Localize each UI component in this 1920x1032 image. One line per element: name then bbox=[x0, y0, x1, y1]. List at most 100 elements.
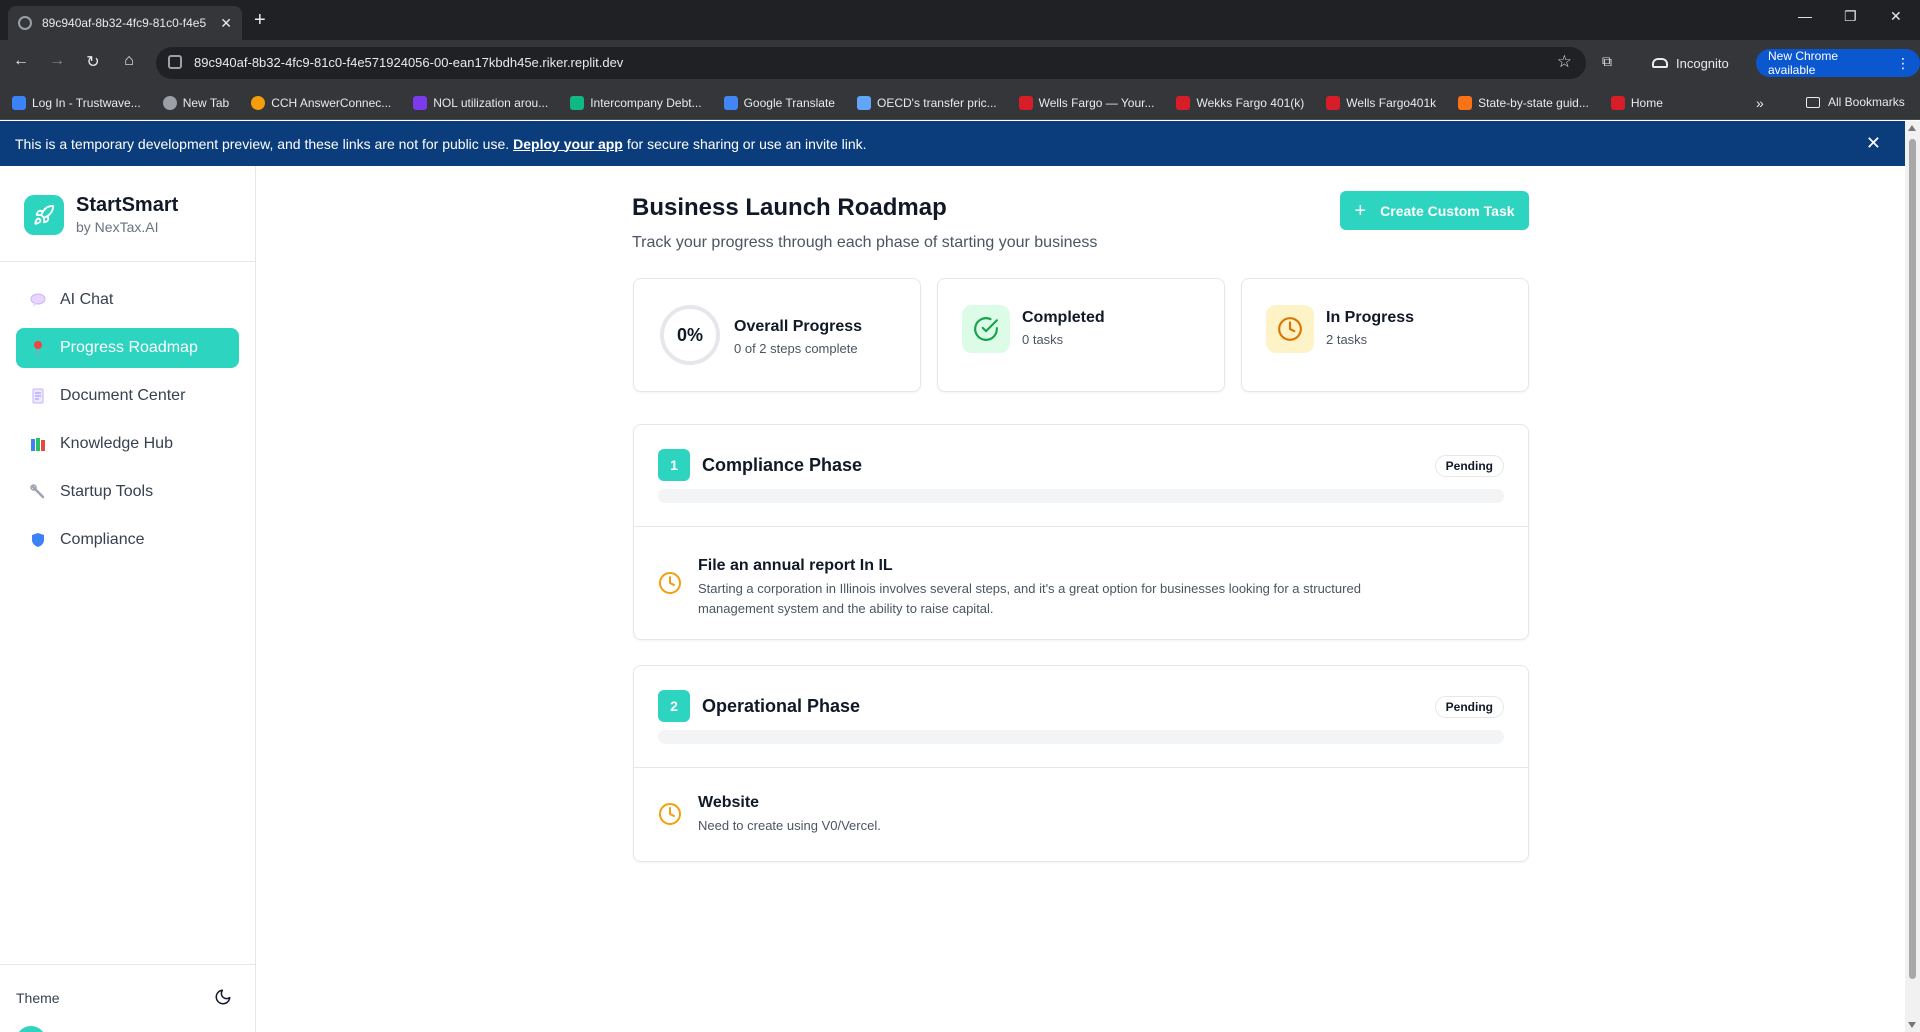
minimize-icon[interactable]: — bbox=[1798, 8, 1812, 24]
close-window-icon[interactable]: ✕ bbox=[1890, 8, 1902, 25]
bookmark-item[interactable]: New Tab bbox=[162, 95, 230, 110]
more-bookmarks-icon[interactable]: » bbox=[1756, 95, 1764, 111]
close-tab-icon[interactable]: ✕ bbox=[220, 15, 232, 32]
stat-title: Overall Progress bbox=[734, 318, 863, 335]
bookmark-item[interactable]: CCH AnswerConnec... bbox=[251, 95, 391, 110]
bookmark-label: Home bbox=[1630, 95, 1663, 110]
progress-percent: 0% bbox=[676, 324, 703, 345]
sidebar-item-ai-chat[interactable]: AI Chat bbox=[16, 280, 239, 320]
stat-title: Completed bbox=[1022, 309, 1105, 326]
clock-icon bbox=[658, 571, 682, 595]
bookmark-item[interactable]: NOL utilization arou... bbox=[413, 95, 549, 110]
sidebar-item-label: Document Center bbox=[60, 387, 186, 404]
new-tab-button[interactable]: + bbox=[254, 9, 266, 31]
scroll-up-icon[interactable] bbox=[1908, 125, 1916, 131]
status-badge: Pending bbox=[1434, 696, 1504, 718]
incognito-indicator[interactable]: Incognito bbox=[1652, 49, 1729, 77]
tab-search-icon[interactable]: ⧉ bbox=[1602, 53, 1612, 70]
sidebar-item-label: AI Chat bbox=[60, 291, 114, 308]
bookmark-item[interactable]: Log In - Trustwave... bbox=[12, 95, 141, 110]
bookmark-item[interactable]: Google Translate bbox=[723, 95, 835, 110]
speech-bubble-icon bbox=[30, 292, 46, 308]
sidebar-item-label: Compliance bbox=[60, 531, 145, 548]
completed-card: Completed 0 tasks bbox=[937, 278, 1225, 392]
bookmark-item[interactable]: Wells Fargo — Your... bbox=[1018, 95, 1154, 110]
bookmark-label: New Tab bbox=[182, 95, 230, 110]
reload-icon[interactable]: ↻ bbox=[82, 52, 104, 72]
sidebar-item-startup-tools[interactable]: Startup Tools bbox=[16, 472, 239, 512]
bookmark-item[interactable]: Wekks Fargo 401(k) bbox=[1176, 95, 1305, 110]
address-bar[interactable]: 89c940af-8b32-4fc9-81c0-f4e571924056-00-… bbox=[156, 47, 1586, 79]
bookmark-label: State-by-state guid... bbox=[1478, 95, 1589, 110]
bookmark-label: Wekks Fargo 401(k) bbox=[1196, 95, 1305, 110]
pin-icon bbox=[30, 340, 46, 356]
page-title: Business Launch Roadmap bbox=[632, 194, 947, 221]
rocket-icon bbox=[24, 194, 64, 235]
phase-header[interactable]: 2 Operational Phase Pending bbox=[634, 666, 1528, 768]
incognito-icon bbox=[1652, 58, 1668, 68]
sidebar-item-progress-roadmap[interactable]: Progress Roadmap bbox=[16, 328, 239, 368]
menu-dots-icon[interactable]: ⋮ bbox=[1896, 55, 1910, 72]
page-scrollbar[interactable] bbox=[1905, 121, 1920, 1032]
phase-card: 1 Compliance Phase Pending File an annua… bbox=[633, 424, 1529, 640]
sidebar-item-knowledge-hub[interactable]: Knowledge Hub bbox=[16, 424, 239, 464]
brand[interactable]: StartSmart by NexTax.AI bbox=[24, 194, 178, 235]
bookmark-favicon bbox=[856, 95, 871, 110]
phase-progress-bar bbox=[658, 489, 1504, 503]
bookmark-favicon bbox=[1018, 95, 1033, 110]
bookmark-item[interactable]: OECD's transfer pric... bbox=[856, 95, 997, 110]
stat-subtitle: 0 tasks bbox=[1022, 332, 1064, 347]
create-custom-task-label: Create Custom Task bbox=[1380, 202, 1515, 219]
browser-toolbar: ← → ↻ ⌂ 89c940af-8b32-4fc9-81c0-f4e57192… bbox=[0, 40, 1920, 86]
home-icon[interactable]: ⌂ bbox=[118, 52, 140, 70]
create-custom-task-button[interactable]: + Create Custom Task bbox=[1340, 191, 1529, 230]
document-icon bbox=[30, 388, 46, 404]
bookmark-favicon bbox=[1610, 95, 1625, 110]
scroll-down-icon[interactable] bbox=[1908, 1022, 1916, 1028]
all-bookmarks-button[interactable]: All Bookmarks bbox=[1806, 95, 1905, 109]
scrollbar-thumb[interactable] bbox=[1909, 139, 1916, 979]
incognito-label: Incognito bbox=[1676, 55, 1729, 71]
sidebar-item-document-center[interactable]: Document Center bbox=[16, 376, 239, 416]
sidebar-item-label: Startup Tools bbox=[60, 483, 154, 500]
deploy-link[interactable]: Deploy your app bbox=[513, 136, 623, 152]
task-title: Website bbox=[698, 794, 760, 811]
bookmark-label: NOL utilization arou... bbox=[433, 95, 549, 110]
phase-header[interactable]: 1 Compliance Phase Pending bbox=[634, 425, 1528, 527]
bookmark-star-icon[interactable]: ☆ bbox=[1557, 52, 1572, 72]
url-text[interactable]: 89c940af-8b32-4fc9-81c0-f4e571924056-00-… bbox=[194, 55, 623, 70]
avatar[interactable] bbox=[16, 1026, 46, 1032]
stat-title: In Progress bbox=[1326, 309, 1415, 326]
in-progress-card: In Progress 2 tasks bbox=[1241, 278, 1529, 392]
new-chrome-button[interactable]: New Chrome available ⋮ bbox=[1756, 49, 1920, 77]
phase-number: 1 bbox=[658, 449, 690, 481]
bookmark-item[interactable]: Wells Fargo401k bbox=[1326, 95, 1436, 110]
restore-icon[interactable]: ❐ bbox=[1844, 8, 1857, 25]
back-icon[interactable]: ← bbox=[10, 52, 32, 70]
browser-tab[interactable]: 89c940af-8b32-4fc9-81c0-f4e5 ✕ bbox=[8, 6, 242, 40]
task-title: File an annual report In IL bbox=[698, 557, 893, 574]
divider bbox=[0, 964, 255, 965]
theme-label: Theme bbox=[16, 990, 60, 1006]
moon-icon[interactable] bbox=[214, 988, 232, 1006]
bookmark-favicon bbox=[413, 95, 428, 110]
phase-name: Compliance Phase bbox=[702, 455, 863, 475]
banner-text: This is a temporary development preview,… bbox=[15, 135, 510, 152]
phase-progress-bar bbox=[658, 730, 1504, 744]
clock-icon bbox=[1266, 305, 1314, 353]
page-subtitle: Track your progress through each phase o… bbox=[632, 234, 1098, 251]
sidebar-item-compliance[interactable]: Compliance bbox=[16, 520, 239, 560]
books-icon bbox=[30, 436, 46, 452]
globe-icon bbox=[18, 16, 32, 30]
forward-icon[interactable]: → bbox=[46, 52, 68, 70]
sidebar-item-label: Knowledge Hub bbox=[60, 435, 173, 452]
site-info-icon[interactable] bbox=[168, 55, 182, 69]
bookmark-item[interactable]: Intercompany Debt... bbox=[570, 95, 702, 110]
status-badge: Pending bbox=[1434, 455, 1504, 477]
close-banner-icon[interactable]: ✕ bbox=[1866, 133, 1881, 154]
stat-subtitle: 2 tasks bbox=[1326, 332, 1368, 347]
bookmark-label: OECD's transfer pric... bbox=[876, 95, 997, 110]
bookmark-item[interactable]: Home bbox=[1610, 95, 1663, 110]
bookmark-item[interactable]: State-by-state guid... bbox=[1458, 95, 1589, 110]
bookmark-label: Intercompany Debt... bbox=[590, 95, 702, 110]
